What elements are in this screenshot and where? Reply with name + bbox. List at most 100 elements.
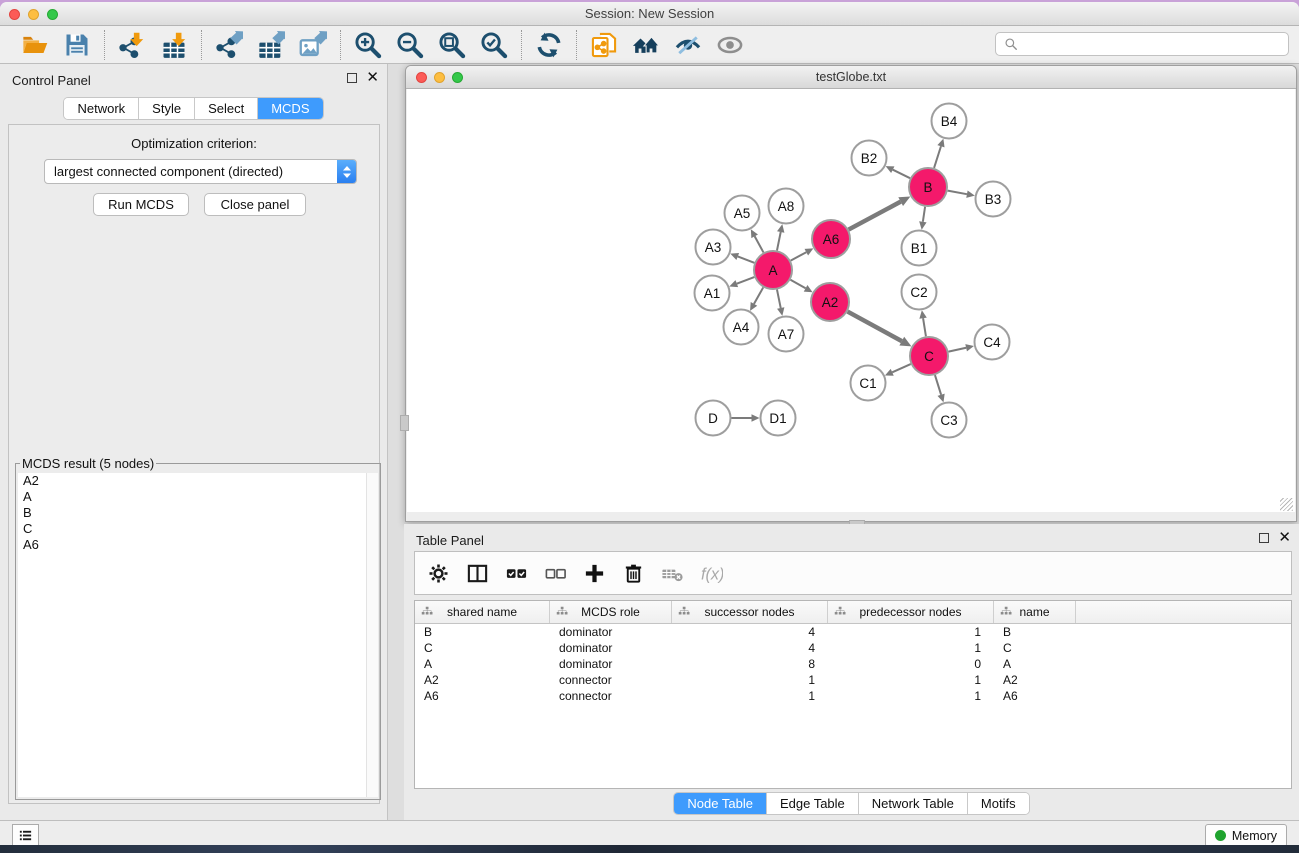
- column-header-MCDS-role[interactable]: MCDS role: [550, 601, 672, 623]
- graph-node-D1[interactable]: D1: [761, 401, 796, 436]
- graph-edge-C-C1[interactable]: [892, 364, 910, 372]
- hide-annotations-button[interactable]: [672, 29, 704, 61]
- close-panel-icon[interactable]: ✕: [366, 72, 379, 84]
- search-input[interactable]: [1024, 33, 1288, 55]
- table-row[interactable]: Cdominator41C: [415, 640, 1291, 656]
- float-panel-icon[interactable]: [1259, 533, 1269, 543]
- graph-edge-A-A5[interactable]: [755, 236, 764, 252]
- graph-node-A6[interactable]: A6: [812, 220, 850, 258]
- network-canvas[interactable]: B4B2BB3A8A5A6A3B1AA1C2A2A4A7C4CC1C3DD1: [407, 89, 1295, 513]
- delete-table-button[interactable]: [659, 560, 685, 586]
- graph-node-A3[interactable]: A3: [696, 230, 731, 265]
- zoom-in-button[interactable]: [352, 29, 384, 61]
- close-panel-button[interactable]: Close panel: [204, 193, 306, 216]
- export-image-button[interactable]: [297, 29, 329, 61]
- mcds-result-item[interactable]: C: [18, 521, 366, 537]
- criterion-select[interactable]: largest connected component (directed): [44, 159, 357, 184]
- search-box[interactable]: [995, 32, 1289, 56]
- column-header-shared-name[interactable]: shared name: [415, 601, 550, 623]
- graph-edge-B-B1[interactable]: [923, 207, 925, 222]
- graph-edge-A6-B[interactable]: [849, 202, 901, 230]
- refresh-button[interactable]: [533, 29, 565, 61]
- table-row[interactable]: Adominator80A: [415, 656, 1291, 672]
- add-column-button[interactable]: [581, 560, 607, 586]
- table-row[interactable]: Bdominator41B: [415, 624, 1291, 640]
- tab-select[interactable]: Select: [195, 98, 258, 119]
- graph-edge-A-A8[interactable]: [777, 232, 781, 250]
- graph-node-A1[interactable]: A1: [695, 276, 730, 311]
- import-network-button[interactable]: [116, 29, 148, 61]
- graph-node-A[interactable]: A: [754, 251, 792, 289]
- zoom-out-button[interactable]: [394, 29, 426, 61]
- mcds-result-item[interactable]: B: [18, 505, 366, 521]
- split-view-button[interactable]: [464, 560, 490, 586]
- memory-button[interactable]: Memory: [1205, 824, 1287, 845]
- import-table-button[interactable]: [158, 29, 190, 61]
- graph-edge-A-A6[interactable]: [791, 252, 807, 260]
- graph-node-A7[interactable]: A7: [769, 317, 804, 352]
- graph-edge-A2-C[interactable]: [848, 312, 902, 342]
- column-header-successor-nodes[interactable]: successor nodes: [672, 601, 828, 623]
- column-header-predecessor-nodes[interactable]: predecessor nodes: [828, 601, 994, 623]
- table-row[interactable]: A2connector11A2: [415, 672, 1291, 688]
- zoom-fit-button[interactable]: [436, 29, 468, 61]
- mcds-result-item[interactable]: A2: [18, 473, 366, 489]
- graph-edge-C-C4[interactable]: [949, 348, 967, 352]
- delete-column-button[interactable]: [620, 560, 646, 586]
- graph-node-B[interactable]: B: [909, 168, 947, 206]
- graph-edge-A-A7[interactable]: [777, 290, 781, 308]
- graph-node-A8[interactable]: A8: [769, 189, 804, 224]
- vertical-scroll-marker[interactable]: [400, 415, 409, 431]
- home-networks-button[interactable]: [630, 29, 662, 61]
- export-table-button[interactable]: [255, 29, 287, 61]
- mcds-result-item[interactable]: A: [18, 489, 366, 505]
- tab-edge-table[interactable]: Edge Table: [767, 793, 859, 814]
- graph-node-B2[interactable]: B2: [852, 141, 887, 176]
- graph-node-C4[interactable]: C4: [975, 325, 1010, 360]
- resize-grip[interactable]: [1280, 498, 1293, 511]
- graph-edge-A-A3[interactable]: [738, 256, 755, 262]
- select-all-rows-button[interactable]: [503, 560, 529, 586]
- graph-edge-B-B4[interactable]: [934, 146, 941, 168]
- save-session-button[interactable]: [61, 29, 93, 61]
- run-mcds-button[interactable]: Run MCDS: [93, 193, 189, 216]
- graph-node-B4[interactable]: B4: [932, 104, 967, 139]
- graph-node-C[interactable]: C: [910, 337, 948, 375]
- graph-node-C2[interactable]: C2: [902, 275, 937, 310]
- table-row[interactable]: A6connector11A6: [415, 688, 1291, 704]
- graph-edge-A-A1[interactable]: [737, 277, 754, 284]
- tab-node-table[interactable]: Node Table: [674, 793, 767, 814]
- network-window-titlebar[interactable]: testGlobe.txt: [406, 66, 1296, 89]
- table-settings-button[interactable]: [425, 560, 451, 586]
- tab-network[interactable]: Network: [64, 98, 139, 119]
- mcds-list-scrollbar[interactable]: [366, 473, 378, 797]
- graph-edge-C-C2[interactable]: [923, 318, 926, 336]
- graph-edge-B-B3[interactable]: [948, 191, 967, 195]
- close-panel-icon[interactable]: ✕: [1278, 532, 1291, 544]
- function-builder-button[interactable]: f(x): [698, 560, 724, 586]
- deselect-all-rows-button[interactable]: [542, 560, 568, 586]
- tab-network-table[interactable]: Network Table: [859, 793, 968, 814]
- graph-edge-C-C3[interactable]: [935, 375, 941, 395]
- tab-motifs[interactable]: Motifs: [968, 793, 1029, 814]
- graph-node-C3[interactable]: C3: [932, 403, 967, 438]
- clone-network-button[interactable]: [588, 29, 620, 61]
- tab-mcds[interactable]: MCDS: [258, 98, 322, 119]
- graph-node-B3[interactable]: B3: [976, 182, 1011, 217]
- graph-node-A5[interactable]: A5: [725, 196, 760, 231]
- graph-node-B1[interactable]: B1: [902, 231, 937, 266]
- console-button[interactable]: [12, 824, 39, 845]
- mcds-result-item[interactable]: A6: [18, 537, 366, 553]
- graph-edge-B-B2[interactable]: [893, 170, 910, 178]
- graph-node-A4[interactable]: A4: [724, 310, 759, 345]
- graph-edge-A-A4[interactable]: [754, 287, 763, 303]
- show-annotations-button[interactable]: [714, 29, 746, 61]
- graph-node-C1[interactable]: C1: [851, 366, 886, 401]
- graph-node-A2[interactable]: A2: [811, 283, 849, 321]
- zoom-selected-button[interactable]: [478, 29, 510, 61]
- tab-style[interactable]: Style: [139, 98, 195, 119]
- graph-edge-A-A2[interactable]: [790, 280, 805, 289]
- export-network-button[interactable]: [213, 29, 245, 61]
- float-panel-icon[interactable]: [347, 73, 357, 83]
- open-session-button[interactable]: [19, 29, 51, 61]
